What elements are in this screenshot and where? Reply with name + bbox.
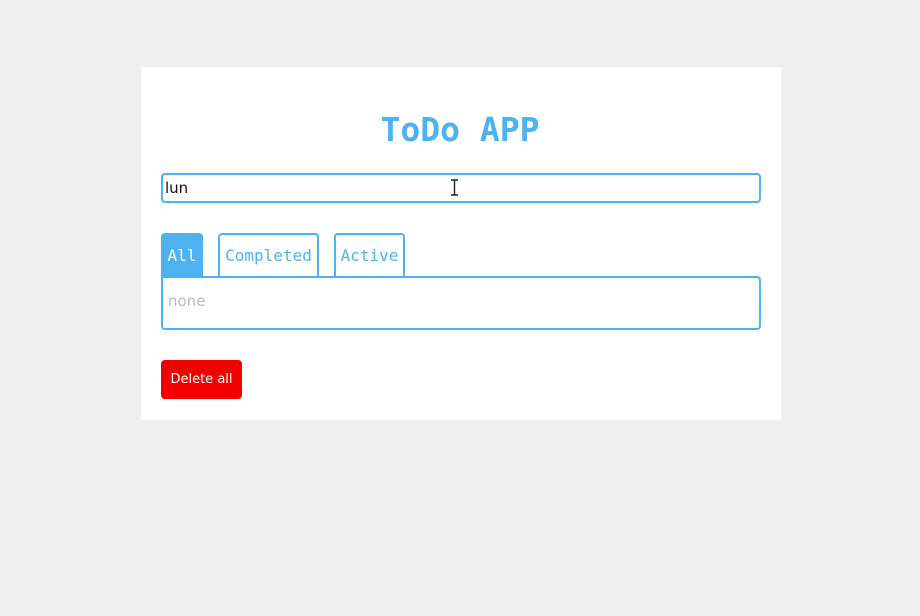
page-title: ToDo APP	[380, 110, 540, 149]
todo-list: none	[161, 276, 761, 330]
tab-active[interactable]: Active	[334, 233, 405, 277]
tab-all[interactable]: All	[161, 233, 203, 277]
todo-input[interactable]	[161, 173, 761, 203]
empty-list-text: none	[168, 292, 206, 310]
delete-all-button[interactable]: Delete all	[161, 360, 242, 399]
tab-completed[interactable]: Completed	[218, 233, 319, 277]
text-cursor-icon	[451, 179, 458, 196]
